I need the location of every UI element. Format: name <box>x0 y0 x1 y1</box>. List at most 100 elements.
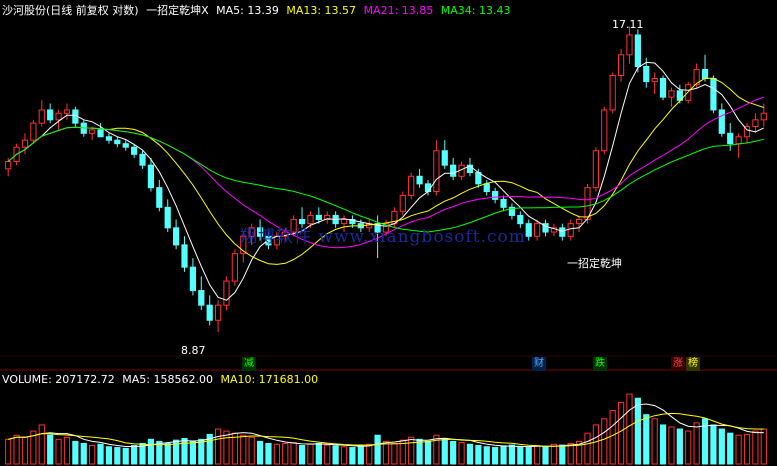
candle-body <box>55 112 62 121</box>
candle-body <box>575 219 583 225</box>
ma34-line <box>7 126 764 233</box>
candle-body <box>534 223 541 237</box>
volume-bar <box>374 434 381 465</box>
candle-body <box>181 244 188 268</box>
candle-body <box>500 198 507 208</box>
candle-body <box>626 34 633 56</box>
volume-bar <box>735 434 742 465</box>
volume-bar <box>475 445 482 465</box>
candle-body <box>643 66 650 83</box>
candle-body <box>399 194 406 212</box>
volume-ma5-line <box>8 403 764 448</box>
volume-bar <box>450 440 457 465</box>
volume-bar <box>743 433 751 465</box>
volume-bar <box>508 444 516 465</box>
volume-bar <box>592 424 599 465</box>
candle-body <box>735 136 742 145</box>
volume-ma10: MA10: 171681.00 <box>220 373 319 386</box>
candle-body <box>47 109 54 121</box>
candle-body <box>601 109 608 152</box>
candle-body <box>760 112 767 121</box>
volume-bar <box>248 436 255 465</box>
volume-bar <box>324 444 331 465</box>
candle-body <box>408 175 415 196</box>
candle-body <box>525 223 532 237</box>
candle-body <box>214 304 222 321</box>
candle-body <box>609 74 616 111</box>
volume-bar <box>559 444 566 465</box>
volume-bar <box>55 438 62 465</box>
candle-body <box>89 129 96 134</box>
volume-bar <box>634 397 641 465</box>
volume-value: VOLUME: 207172.72 <box>2 373 115 386</box>
event-badge-reduce[interactable]: 减 <box>242 357 256 371</box>
candle-body <box>592 150 599 189</box>
candle-body <box>559 227 566 237</box>
volume-bar <box>340 446 348 465</box>
candle-body <box>718 109 725 134</box>
event-badge-limitup[interactable]: 涨 <box>671 357 685 371</box>
volume-bar <box>214 428 222 465</box>
low-price-label: 8.87 <box>181 344 206 357</box>
volume-bar <box>517 446 524 465</box>
volume-bar <box>357 445 364 465</box>
event-badge-list[interactable]: 榜 <box>686 357 700 371</box>
chart-header: 沙河股份(日线 前复权 对数) 一招定乾坤X MA5: 13.39 MA13: … <box>2 2 515 18</box>
volume-bar <box>659 424 667 465</box>
candle-body <box>231 253 238 282</box>
volume-bar <box>349 447 356 465</box>
candle-body <box>441 150 448 166</box>
volume-bar <box>273 443 280 465</box>
volume-bar <box>240 434 247 465</box>
watermark: 翔博软件 www.xiangbosoft.com <box>240 227 526 247</box>
volume-bar <box>164 442 171 465</box>
stock-title: 沙河股份(日线 前复权 对数) <box>2 4 139 17</box>
volume-bar <box>466 443 474 465</box>
volume-bar <box>307 443 314 465</box>
volume-bar <box>38 424 45 465</box>
candle-body <box>206 304 213 321</box>
volume-bar <box>256 440 264 465</box>
volume-bar <box>315 442 322 465</box>
volume-bar <box>47 434 54 465</box>
volume-bar <box>643 414 650 465</box>
ma5-value: MA5: 13.39 <box>216 4 279 17</box>
candle-body <box>131 146 138 155</box>
volume-bar <box>114 447 121 465</box>
candle-body <box>492 191 499 200</box>
candle-body <box>63 109 71 114</box>
candle-body <box>634 34 641 68</box>
volume-ma5: MA5: 158562.00 <box>122 373 213 386</box>
volume-bar <box>366 443 373 465</box>
price-panel <box>5 26 767 333</box>
candle-body <box>315 214 322 221</box>
volume-bar <box>492 447 499 465</box>
candle-body <box>173 227 180 246</box>
volume-bar <box>290 442 297 465</box>
candle-body <box>30 122 37 141</box>
volume-bar <box>542 446 549 465</box>
ma13-value: MA13: 13.57 <box>286 4 357 17</box>
candle-body <box>21 139 29 148</box>
volume-bar <box>332 445 339 465</box>
candle-body <box>617 54 625 76</box>
candle-body <box>105 136 113 141</box>
candle-body <box>416 175 423 185</box>
volume-bar <box>500 445 507 465</box>
indicator-name: 一招定乾坤X <box>146 4 209 17</box>
ma21-value: MA21: 13.85 <box>363 4 434 17</box>
volume-bar <box>408 436 415 465</box>
volume-bar <box>760 428 767 465</box>
event-badge-finance[interactable]: 财 <box>532 357 546 371</box>
candle-body <box>483 183 490 193</box>
volume-bar <box>63 436 71 465</box>
candle-body <box>710 78 717 111</box>
volume-bar <box>265 442 272 465</box>
event-badge-fall[interactable]: 跌 <box>593 357 607 371</box>
ma34-value: MA34: 13.43 <box>440 4 511 17</box>
volume-bar <box>13 434 20 465</box>
volume-bar <box>122 447 129 465</box>
volume-header: VOLUME: 207172.72 MA5: 158562.00 MA10: 1… <box>2 373 322 386</box>
candle-body <box>752 119 759 128</box>
volume-bar <box>676 428 683 465</box>
